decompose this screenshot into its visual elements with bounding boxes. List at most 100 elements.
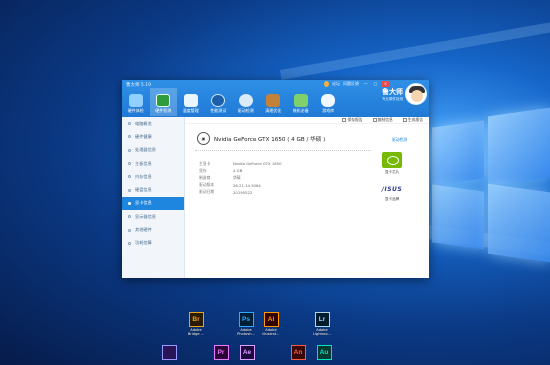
sidebar-item-gpu[interactable]: 显卡信息	[122, 196, 184, 211]
bullet-icon	[128, 241, 131, 245]
sidebar-item-cpu[interactable]: 处理器信息	[122, 144, 184, 157]
desktop-icon-label: Adobe Bridge ...	[187, 328, 205, 337]
table-row: 制造商 华硕	[199, 174, 241, 180]
report-icon	[402, 118, 407, 122]
sidebar-item-disk[interactable]: 硬盘信息	[122, 183, 184, 196]
table-row: 显存 4 GB	[199, 167, 243, 174]
forum-link[interactable]: 论坛	[332, 81, 340, 87]
desktop-icon-bridge[interactable]: Br Adobe Bridge ...	[182, 312, 210, 337]
nav-label: 硬件检测	[155, 108, 172, 113]
chip-icon	[156, 94, 171, 107]
driver-detect-link[interactable]: 驱动检测	[392, 137, 407, 143]
save-icon	[342, 118, 347, 122]
save-report-button[interactable]: 保存报告	[342, 117, 363, 123]
chart-icon	[183, 94, 198, 107]
gpu-info-table: 主显卡 Nvidia GeForce GTX 1650 显存 4 GB 制造商 华硕 …	[199, 160, 282, 196]
desktop-icon-premiere[interactable]: Pr	[207, 345, 235, 360]
brand-vendor: /ISUS 显卡品牌	[377, 185, 407, 202]
window-controls: 论坛 问题反馈 — □ ×	[324, 81, 389, 87]
bridge-icon: Br	[188, 312, 204, 327]
bullet-icon	[128, 228, 131, 232]
broom-icon	[266, 94, 281, 107]
gpu-icon: ▣	[197, 132, 210, 145]
sidebar-item-label: 内存信息	[135, 173, 152, 179]
mascot-avatar	[405, 83, 427, 105]
after-effects-icon: Ae	[239, 345, 255, 360]
bullet-icon	[128, 148, 131, 152]
bullet-icon	[128, 122, 131, 126]
nav-games[interactable]: 游戏库	[315, 88, 343, 116]
sidebar-item-label: 电脑概览	[135, 120, 152, 126]
speedometer-icon	[211, 94, 226, 107]
brand-slogan: 专业硬件检测	[382, 96, 403, 101]
desktop-icon-label: Adobe Illustrat...	[262, 328, 280, 337]
sidebar-item-memory[interactable]: 内存信息	[122, 170, 184, 183]
premiere-icon: Pr	[213, 345, 229, 360]
nav-label: 清理优化	[265, 108, 282, 113]
nav-performance[interactable]: 性能测试	[205, 88, 233, 116]
gamepad-icon	[321, 94, 336, 107]
title-bar: 鲁大师 5.19 论坛 问题反馈 — □ × 硬件体检 硬件检测 温度管理 性能…	[122, 80, 429, 117]
sidebar-item-health[interactable]: 硬件健康	[122, 130, 184, 143]
sidebar-item-label: 硬盘信息	[135, 187, 152, 193]
minimize-button[interactable]: —	[362, 81, 369, 87]
nav-essentials[interactable]: 装机必备	[287, 88, 315, 116]
nav-label: 温度管理	[182, 108, 199, 113]
vendor-label: 显卡品牌	[384, 197, 400, 201]
bullet-icon	[128, 175, 131, 179]
nav-label: 驱动检测	[237, 108, 254, 113]
desktop-icon-after-effects[interactable]: Ae	[233, 345, 261, 360]
gift-icon[interactable]	[324, 81, 329, 87]
table-row: 主显卡 Nvidia GeForce GTX 1650	[199, 160, 282, 167]
nav-hardware-detect[interactable]: 硬件检测	[149, 88, 177, 116]
sidebar-item-label: 硬件健康	[135, 133, 152, 139]
apps-icon	[293, 94, 308, 107]
gpu-panel: ▣ Nvidia GeForce GTX 1650 ( 4 GB / 华硕 ) …	[185, 124, 429, 278]
asus-logo-icon: /ISUS	[381, 186, 403, 193]
desktop-icon-app[interactable]	[155, 345, 183, 360]
desktop-icon-photoshop[interactable]: Ps Adobe Photosh...	[232, 312, 260, 337]
desktop-icon-lightroom[interactable]: Lr Adobe Lightroo...	[308, 312, 336, 337]
feedback-link[interactable]: 问题反馈	[343, 81, 359, 87]
sidebar-item-label: 功耗估算	[135, 240, 152, 246]
bullet-icon	[128, 188, 131, 192]
copy-info-button[interactable]: 复制信息	[372, 117, 393, 123]
desktop-icon-illustrator[interactable]: Ai Adobe Illustrat...	[257, 312, 285, 337]
lightroom-icon: Lr	[314, 312, 330, 327]
nav-cleanup[interactable]: 清理优化	[260, 88, 288, 116]
photoshop-icon: Ps	[238, 312, 254, 327]
sidebar-item-label: 处理器信息	[135, 147, 156, 153]
illustrator-icon: Ai	[263, 312, 279, 327]
sidebar-item-label: 其他硬件	[135, 227, 152, 233]
computer-icon	[128, 94, 143, 107]
brand-name: 鲁大师	[382, 87, 403, 96]
desktop-icon-label: Adobe Lightroo...	[312, 328, 332, 337]
maximize-button[interactable]: □	[372, 81, 379, 87]
bullet-icon	[128, 201, 131, 205]
sidebar-item-power[interactable]: 功耗估算	[122, 237, 184, 250]
nav-driver[interactable]: 驱动检测	[232, 88, 260, 116]
audition-icon: Au	[316, 345, 332, 360]
sidebar-item-motherboard[interactable]: 主板信息	[122, 157, 184, 170]
nav-label: 硬件体检	[127, 108, 144, 113]
sidebar-item-other[interactable]: 其他硬件	[122, 223, 184, 236]
sidebar-item-label: 主板信息	[135, 160, 152, 166]
nav-label: 游戏库	[322, 108, 335, 113]
driver-icon	[238, 94, 253, 107]
nvidia-logo-icon	[382, 152, 402, 168]
table-row: 驱动版本 26.21.14.3064	[199, 182, 261, 188]
sidebar-item-label: 显示器信息	[135, 213, 156, 219]
desktop-icon-animate[interactable]: An	[284, 345, 312, 360]
sidebar-item-label: 显卡信息	[135, 200, 152, 206]
sidebar-item-monitor[interactable]: 显示器信息	[122, 210, 184, 223]
desktop-icon-audition[interactable]: Au	[310, 345, 338, 360]
nav-label: 性能测试	[210, 108, 227, 113]
nav-hardware-checkup[interactable]: 硬件体检	[122, 88, 150, 116]
vendor-label: 显卡芯片	[384, 170, 400, 174]
desktop-icon-label: Adobe Photosh...	[237, 328, 255, 337]
windows-logo	[432, 98, 550, 263]
brand: 鲁大师 专业硬件检测	[382, 83, 427, 105]
nav-temperature[interactable]: 温度管理	[177, 88, 205, 116]
sidebar-item-overview[interactable]: 电脑概览	[122, 117, 184, 130]
generate-report-button[interactable]: 生成报告	[402, 117, 423, 123]
